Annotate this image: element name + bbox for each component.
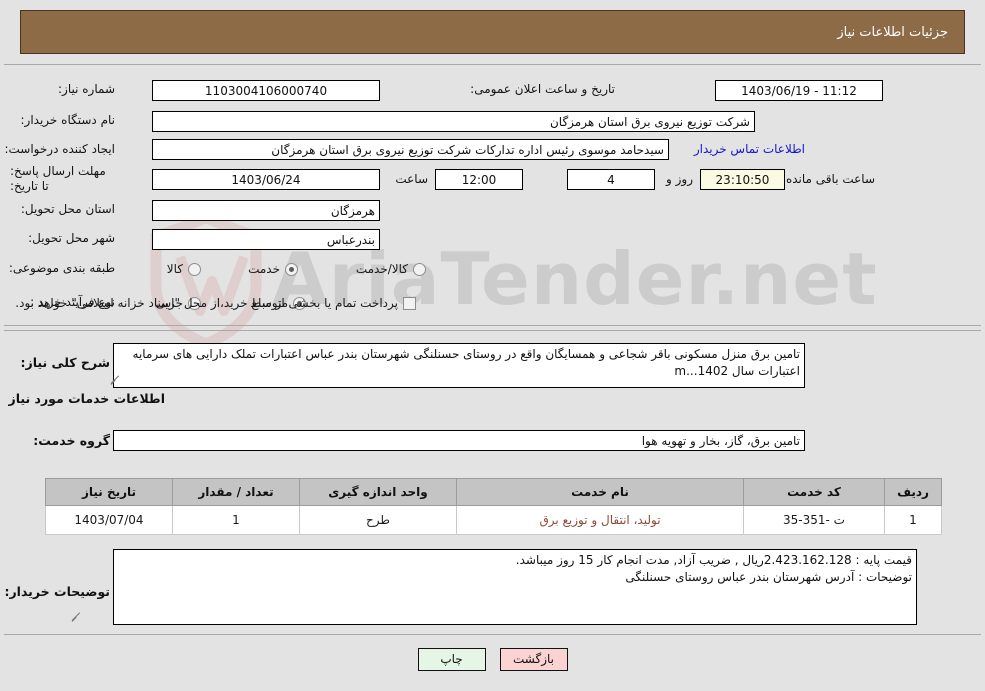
cell-need-date: 1403/07/04	[45, 505, 173, 535]
col-need-date: تاریخ نیاز	[45, 478, 173, 506]
return-button[interactable]: بازگشت	[499, 648, 568, 671]
cell-row-no: 1	[884, 505, 942, 535]
services-table: ردیف کد خدمت نام خدمت واحد اندازه گیری ت…	[45, 478, 942, 535]
print-button[interactable]: چاپ	[417, 648, 486, 671]
need-info-panel	[4, 64, 981, 326]
table-header-row: ردیف کد خدمت نام خدمت واحد اندازه گیری ت…	[45, 478, 942, 506]
col-unit: واحد اندازه گیری	[299, 478, 457, 506]
table-row[interactable]: 1 ت -351-35 تولید، انتقال و توزیع برق طر…	[45, 505, 942, 535]
page-title: جزئیات اطلاعات نیاز	[837, 24, 948, 40]
col-service-code: کد خدمت	[743, 478, 885, 506]
cell-service-code: ت -351-35	[743, 505, 885, 535]
col-row-no: ردیف	[884, 478, 942, 506]
page-header-bar: جزئیات اطلاعات نیاز	[20, 10, 965, 54]
footer-button-bar: بازگشت چاپ	[0, 648, 985, 671]
col-service-name: نام خدمت	[456, 478, 744, 506]
cell-service-name: تولید، انتقال و توزیع برق	[456, 505, 744, 535]
cell-quantity: 1	[172, 505, 300, 535]
cell-unit: طرح	[299, 505, 457, 535]
col-quantity: تعداد / مقدار	[172, 478, 300, 506]
